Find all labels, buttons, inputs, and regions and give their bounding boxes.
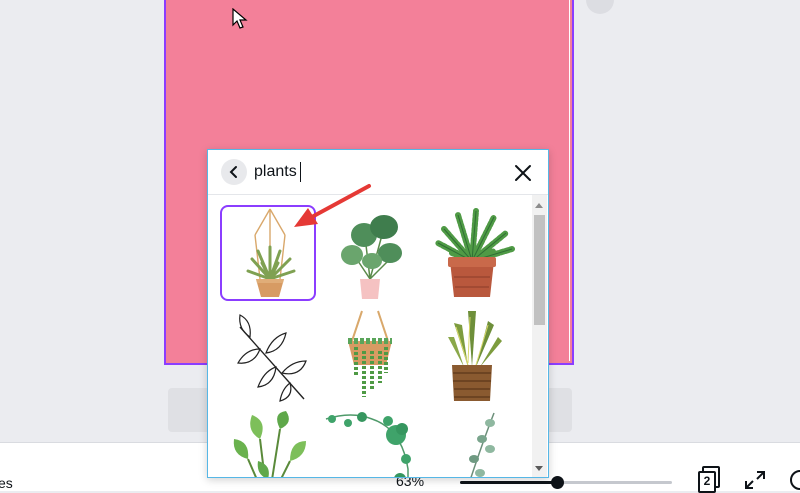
scroll-down-arrow-icon[interactable] — [535, 466, 543, 471]
result-item[interactable] — [322, 307, 418, 403]
page-count-button[interactable]: 2 — [696, 466, 724, 493]
annotation-arrow-icon — [294, 184, 371, 227]
zoom-slider-fill — [460, 481, 557, 484]
notes-label[interactable]: es — [0, 475, 13, 491]
fullscreen-icon[interactable] — [744, 470, 766, 490]
result-item[interactable] — [220, 307, 316, 403]
result-item[interactable] — [424, 307, 520, 403]
chevron-left-icon — [229, 166, 237, 178]
canvas-control-button[interactable] — [586, 0, 614, 14]
hanging-string-of-pearls-icon — [348, 310, 392, 397]
zoom-slider-thumb[interactable] — [551, 476, 564, 489]
fern-terracotta-pot-icon — [435, 208, 515, 297]
result-item[interactable] — [424, 409, 520, 477]
snake-plant-basket-icon — [448, 311, 502, 401]
results-scrollbar[interactable] — [532, 195, 547, 477]
scroll-up-arrow-icon[interactable] — [535, 203, 543, 208]
canvas-edge — [569, 0, 570, 361]
eucalyptus-branch-icon — [469, 412, 495, 477]
pothos-leaves-icon — [233, 411, 306, 477]
mouse-cursor-icon — [232, 8, 248, 29]
back-button[interactable] — [221, 159, 247, 185]
close-icon — [515, 165, 531, 181]
result-item[interactable] — [322, 409, 418, 477]
line-art-leaves-icon — [237, 314, 307, 402]
result-item[interactable] — [424, 205, 520, 301]
zoom-slider-track[interactable] — [460, 481, 672, 484]
scrollbar-thumb[interactable] — [534, 215, 545, 325]
close-button[interactable] — [512, 162, 534, 184]
result-item[interactable] — [220, 409, 316, 477]
clover-vine-icon — [325, 412, 411, 477]
